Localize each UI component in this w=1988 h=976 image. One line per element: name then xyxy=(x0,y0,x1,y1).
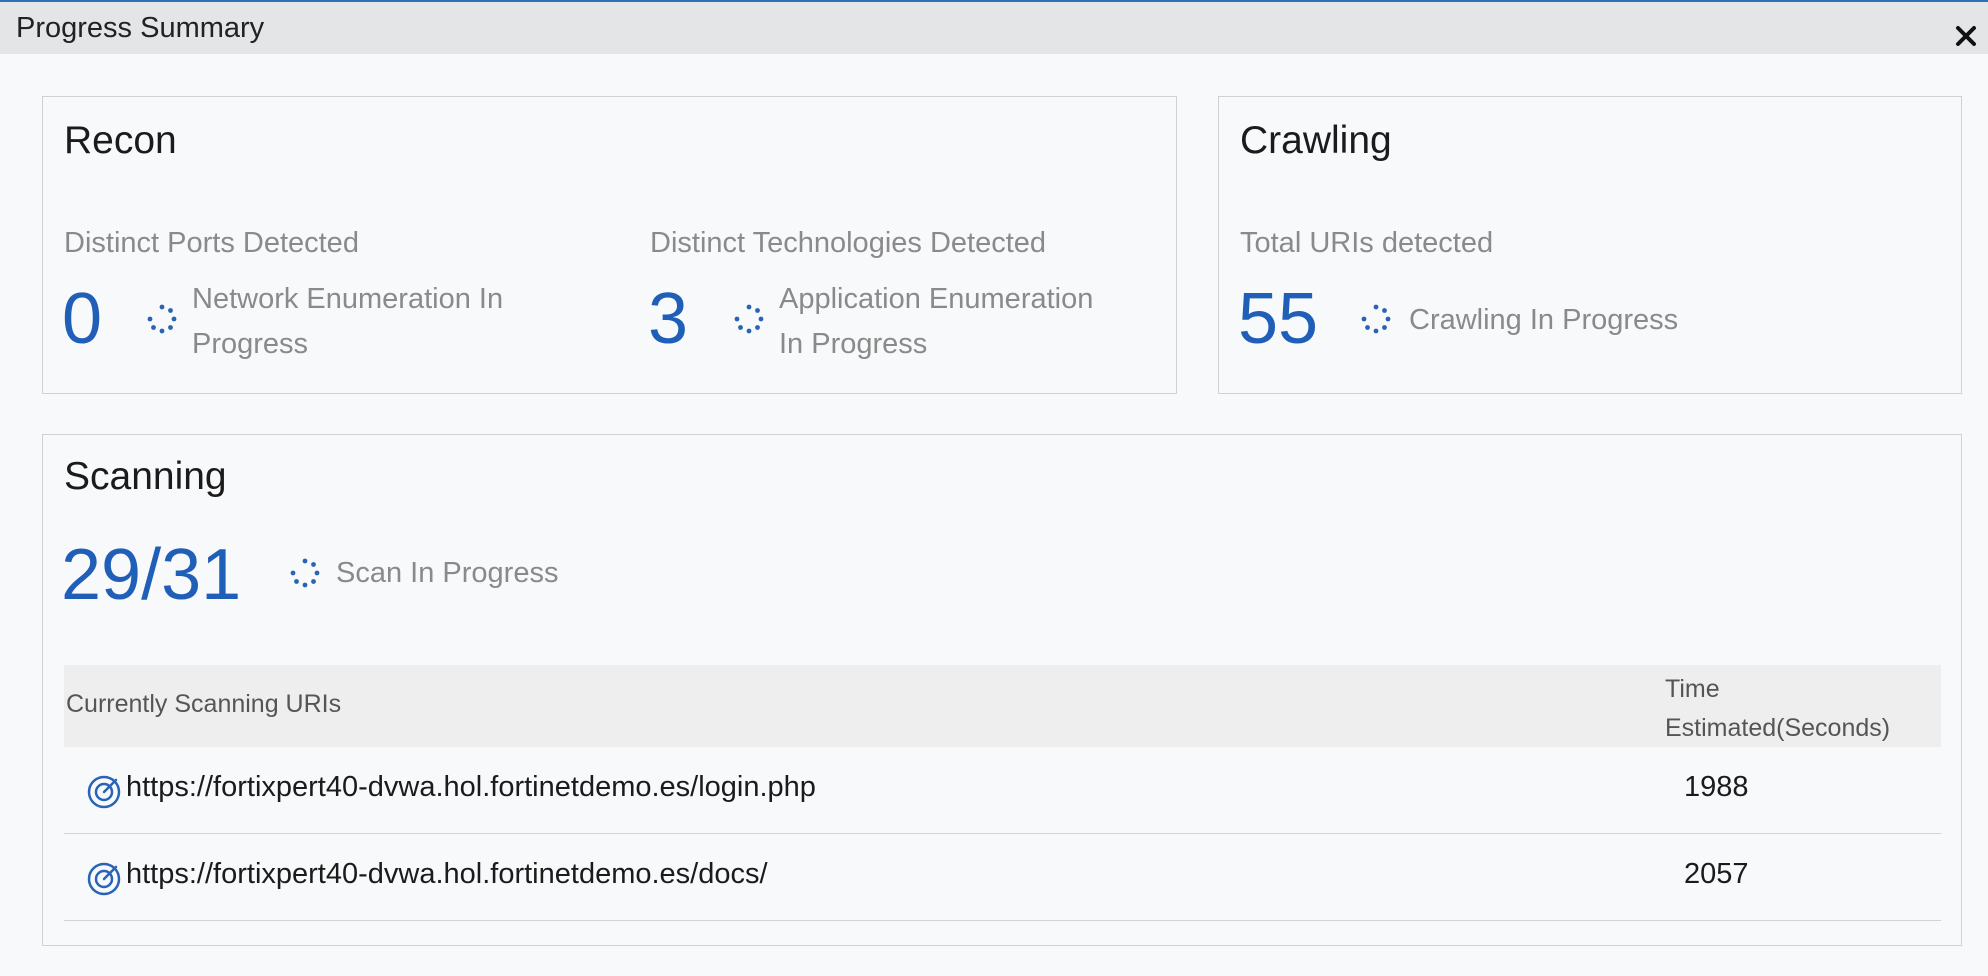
table-row: https://fortixpert40-dvwa.hol.fortinetde… xyxy=(64,834,1941,921)
scan-count: 29/31 xyxy=(61,535,242,615)
technologies-count: 3 xyxy=(648,279,689,359)
scan-target-icon xyxy=(86,861,122,897)
row-uri: https://fortixpert40-dvwa.hol.fortinetde… xyxy=(126,771,816,803)
scan-target-icon xyxy=(86,774,122,810)
scanning-table-header: Currently Scanning URIs Time Estimated(S… xyxy=(64,665,1941,747)
technologies-status-line2: In Progress xyxy=(779,328,928,360)
recon-panel: Recon Distinct Ports Detected 0 Network … xyxy=(42,96,1177,394)
technologies-status: Application Enumeration In Progress xyxy=(779,277,1093,367)
row-time: 1988 xyxy=(1684,771,1749,803)
table-row: https://fortixpert40-dvwa.hol.fortinetde… xyxy=(64,747,1941,834)
spinner-icon xyxy=(1360,303,1392,335)
column-header-uri[interactable]: Currently Scanning URIs xyxy=(66,690,341,719)
crawling-status: Crawling In Progress xyxy=(1409,304,1679,336)
column-header-time-line2: Estimated(Seconds) xyxy=(1665,714,1891,742)
ports-status-line1: Network Enumeration In xyxy=(192,283,504,315)
recon-title: Recon xyxy=(64,119,177,162)
spinner-icon xyxy=(733,303,765,335)
ports-count: 0 xyxy=(62,279,103,359)
crawling-title: Crawling xyxy=(1240,119,1392,162)
row-time: 2057 xyxy=(1684,858,1749,890)
ports-status: Network Enumeration In Progress xyxy=(192,277,503,367)
scanning-panel: Scanning 29/31 Scan In Progress Currentl… xyxy=(42,434,1962,946)
scanning-title: Scanning xyxy=(64,455,227,498)
ports-label: Distinct Ports Detected xyxy=(64,227,359,259)
column-header-time-line1: Time xyxy=(1665,675,1720,703)
crawling-panel: Crawling Total URIs detected 55 Crawling… xyxy=(1218,96,1962,394)
dialog-titlebar: Progress Summary xyxy=(0,2,1988,54)
dialog-title: Progress Summary xyxy=(16,12,265,44)
spinner-icon xyxy=(146,303,178,335)
spinner-icon xyxy=(289,557,321,589)
close-icon[interactable] xyxy=(1952,22,1980,50)
row-uri: https://fortixpert40-dvwa.hol.fortinetde… xyxy=(126,858,768,890)
technologies-status-line1: Application Enumeration xyxy=(779,283,1094,315)
ports-status-line2: Progress xyxy=(192,328,309,360)
uris-label: Total URIs detected xyxy=(1240,227,1494,259)
progress-summary-dialog: Progress Summary Recon Distinct Ports De… xyxy=(0,0,1988,976)
technologies-label: Distinct Technologies Detected xyxy=(650,227,1047,259)
column-header-time[interactable]: Time Estimated(Seconds) xyxy=(1665,670,1925,748)
scan-status: Scan In Progress xyxy=(336,557,559,589)
uris-count: 55 xyxy=(1238,279,1319,359)
